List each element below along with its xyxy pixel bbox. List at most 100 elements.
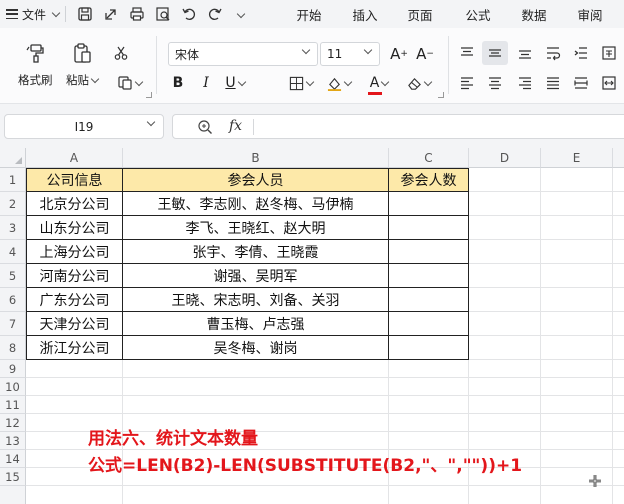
chevron-down-icon [343, 77, 353, 86]
row-header-11[interactable]: 11 [0, 396, 26, 414]
paste-button[interactable]: 粘贴 [66, 40, 100, 88]
font-color-button[interactable]: A [362, 72, 396, 95]
export-icon[interactable] [101, 4, 121, 24]
fx-icon[interactable]: fx [229, 118, 242, 134]
italic-icon[interactable]: I [196, 72, 216, 94]
table-cell[interactable]: 广东分公司 [27, 288, 123, 312]
table-header-cell[interactable]: 参会人员 [123, 169, 389, 192]
row-header-2[interactable]: 2 [0, 192, 26, 216]
redo-icon[interactable] [205, 4, 225, 24]
distributed-icon[interactable] [570, 72, 592, 94]
table-cell[interactable] [389, 288, 469, 312]
table-cell[interactable] [389, 216, 469, 240]
align-middle-icon[interactable] [482, 41, 508, 65]
row-header-8[interactable]: 8 [0, 336, 26, 360]
cut-icon[interactable] [110, 42, 132, 64]
align-top-icon[interactable] [456, 42, 478, 64]
align-bottom-icon[interactable] [514, 42, 536, 64]
divider [253, 119, 254, 135]
undo-icon[interactable] [179, 4, 199, 24]
table-header-cell[interactable]: 公司信息 [27, 169, 123, 192]
table-header-cell[interactable]: 参会人数 [389, 169, 469, 192]
decrease-font-icon[interactable]: A − [414, 43, 436, 65]
column-header-e[interactable]: E [541, 148, 613, 168]
fill-color-button[interactable] [322, 72, 356, 94]
zoom-icon[interactable] [197, 119, 213, 135]
row-header-1[interactable]: 1 [0, 168, 26, 192]
format-painter-button[interactable]: 格式刷 [18, 40, 53, 88]
column-header-f[interactable] [613, 148, 624, 168]
row-header-13[interactable]: 13 [0, 432, 26, 450]
ribbon-tabs: 开始 插入 页面 公式 数据 审阅 [278, 0, 618, 28]
table-cell[interactable]: 李飞、王晓红、赵大明 [123, 216, 389, 240]
increase-font-icon[interactable]: A + [388, 43, 410, 65]
table-cell[interactable]: 王晓、宋志明、刘备、关羽 [123, 288, 389, 312]
column-header-c[interactable]: C [389, 148, 469, 168]
table-cell[interactable]: 曹玉梅、卢志强 [123, 312, 389, 336]
table-cell[interactable]: 谢强、吴明军 [123, 264, 389, 288]
dialog-launcher-icon[interactable] [438, 92, 444, 98]
row-header-10[interactable]: 10 [0, 378, 26, 396]
table-cell[interactable]: 张宇、李倩、王晓霞 [123, 240, 389, 264]
tab-data[interactable]: 数据 [506, 0, 562, 28]
align-left-icon[interactable] [456, 72, 478, 94]
row-header-7[interactable]: 7 [0, 312, 26, 336]
table-cell[interactable]: 山东分公司 [27, 216, 123, 240]
tab-insert[interactable]: 插入 [340, 0, 390, 28]
name-box[interactable]: I19 [4, 114, 164, 139]
table-cell[interactable]: 上海分公司 [27, 240, 123, 264]
bold-icon[interactable]: B [168, 72, 188, 94]
table-cell[interactable]: 河南分公司 [27, 264, 123, 288]
table-cell[interactable]: 天津分公司 [27, 312, 123, 336]
clear-format-button[interactable] [402, 72, 436, 94]
dialog-launcher-icon[interactable] [146, 92, 152, 98]
merge-cells-icon[interactable] [598, 72, 620, 94]
font-name-select[interactable]: 宋体 [168, 42, 318, 66]
column-header-b[interactable]: B [123, 148, 389, 168]
formula-input[interactable]: fx [172, 114, 624, 139]
row-header-12[interactable]: 12 [0, 414, 26, 432]
table-cell[interactable] [389, 264, 469, 288]
align-right-icon[interactable] [514, 72, 536, 94]
print-preview-icon[interactable] [153, 4, 173, 24]
align-center-icon[interactable] [484, 72, 506, 94]
row-header-14[interactable]: 14 [0, 450, 26, 468]
column-header-d[interactable]: D [469, 148, 541, 168]
row-header-9[interactable]: 9 [0, 360, 26, 378]
tab-home[interactable]: 开始 [278, 0, 340, 28]
select-all-button[interactable] [0, 148, 26, 168]
tab-page[interactable]: 页面 [390, 0, 450, 28]
copy-button[interactable] [112, 72, 146, 94]
text-direction-icon[interactable] [598, 42, 620, 64]
column-header-a[interactable]: A [26, 148, 123, 168]
table-cell[interactable] [389, 312, 469, 336]
more-chevron-icon[interactable] [231, 4, 251, 24]
wrap-text-icon[interactable] [542, 42, 564, 64]
row-header-3[interactable]: 3 [0, 216, 26, 240]
table-cell[interactable] [389, 336, 469, 360]
table-cell[interactable]: 浙江分公司 [27, 336, 123, 360]
table-cell[interactable] [389, 240, 469, 264]
underline-button[interactable]: U [224, 72, 246, 94]
indent-icon[interactable] [570, 42, 592, 64]
table-cell[interactable]: 王敏、李志刚、赵冬梅、马伊楠 [123, 192, 389, 216]
justify-icon[interactable] [542, 72, 564, 94]
table-cell[interactable]: 北京分公司 [27, 192, 123, 216]
table-cell[interactable]: 吴冬梅、谢岗 [123, 336, 389, 360]
row-header-6[interactable]: 6 [0, 288, 26, 312]
print-icon[interactable] [127, 4, 147, 24]
row-header-15[interactable]: 15 [0, 468, 26, 486]
row-header-5[interactable]: 5 [0, 264, 26, 288]
borders-button[interactable] [284, 72, 318, 94]
row-header-16[interactable] [0, 486, 26, 504]
chevron-down-icon [305, 77, 315, 86]
file-menu[interactable]: 文件 [0, 0, 61, 28]
tab-review[interactable]: 审阅 [562, 0, 618, 28]
font-size-select[interactable]: 11 [320, 42, 380, 66]
row-header-4[interactable]: 4 [0, 240, 26, 264]
save-icon[interactable] [75, 4, 95, 24]
chevron-down-icon [423, 77, 433, 86]
tab-formulas[interactable]: 公式 [450, 0, 506, 28]
table-cell[interactable] [389, 192, 469, 216]
chevron-down-icon [90, 74, 100, 83]
